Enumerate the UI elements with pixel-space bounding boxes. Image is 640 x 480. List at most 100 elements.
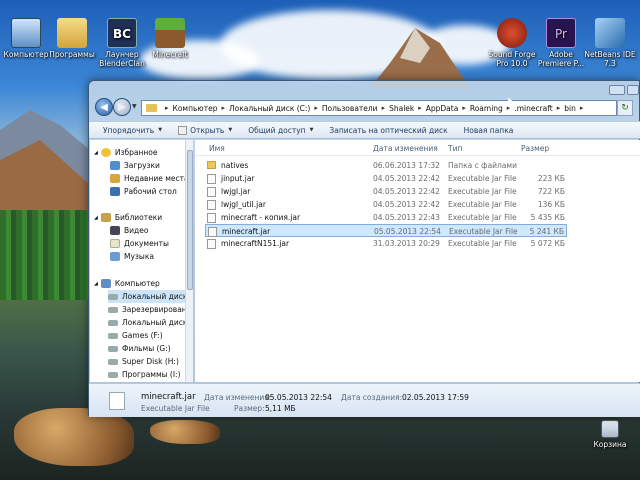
history-dropdown-icon[interactable]: ▼ <box>132 103 137 110</box>
file-type: Executable Jar File <box>448 174 517 183</box>
sidebar-item-downloads[interactable]: Загрузки <box>110 159 185 172</box>
navigation-pane: ◢ Избранное Загрузки Недавние места Рабо… <box>90 140 185 382</box>
chevron-right-icon[interactable]: ▸ <box>580 104 584 112</box>
breadcrumb-item[interactable]: Пользователи <box>322 104 378 113</box>
sidebar-item-label: Документы <box>124 239 169 248</box>
desktop-icon-netbeans[interactable]: NetBeans IDE 7.3 <box>582 18 638 68</box>
file-row-natives[interactable]: natives 06.06.2013 17:32 Папка с файлами <box>205 159 567 172</box>
column-header-size[interactable]: Размер <box>521 144 549 153</box>
column-header-name[interactable]: Имя <box>209 144 225 153</box>
sidebar-item-label: Загрузки <box>124 161 160 170</box>
sidebar-item-drive[interactable]: Программы (I:) <box>108 368 185 381</box>
organize-label: Упорядочить <box>103 125 155 135</box>
address-bar[interactable]: ▸ Компьютер ▸ Локальный диск (C:) ▸ Поль… <box>141 100 617 116</box>
chevron-right-icon[interactable]: ▸ <box>462 104 466 112</box>
minimize-icon[interactable] <box>609 85 625 95</box>
file-row[interactable]: lwjgl.jar 04.05.2013 22:42 Executable Ja… <box>205 185 567 198</box>
minecraft-icon <box>155 18 185 48</box>
refresh-button[interactable]: ↻ <box>617 100 633 116</box>
breadcrumb-item[interactable]: .minecraft <box>514 104 552 113</box>
details-filename: minecraft.jar <box>141 392 196 402</box>
burn-label: Записать на оптический диск <box>329 125 448 135</box>
jar-file-icon <box>207 239 216 249</box>
expand-icon[interactable]: ◢ <box>94 281 98 287</box>
breadcrumb-item[interactable]: bin <box>564 104 576 113</box>
file-modified: 04.05.2013 22:43 <box>373 213 440 222</box>
chevron-right-icon[interactable]: ▸ <box>314 104 318 112</box>
sidebar-item-video[interactable]: Видео <box>110 224 185 237</box>
forward-button[interactable]: ▶ <box>113 98 131 116</box>
sidebar-item-favorites[interactable]: ◢ Избранное <box>94 146 185 159</box>
file-type: Executable Jar File <box>449 227 518 236</box>
desktop-icon-programs[interactable]: Программы <box>44 18 100 59</box>
sidebar-item-drive[interactable]: Super Disk (H:) <box>108 355 185 368</box>
sidebar-item-drive[interactable]: Фильмы (G:) <box>108 342 185 355</box>
column-header-type[interactable]: Тип <box>448 144 462 153</box>
breadcrumb-item[interactable]: Shalek <box>389 104 414 113</box>
scrollbar-thumb[interactable] <box>187 150 193 290</box>
column-header-modified[interactable]: Дата изменения <box>373 144 438 153</box>
file-row-selected[interactable]: minecraft.jar 05.05.2013 22:54 Executabl… <box>205 224 567 237</box>
sidebar-item-label: Зарезервирован <box>122 305 185 314</box>
sidebar-item-drive[interactable]: Games (F:) <box>108 329 185 342</box>
chevron-right-icon[interactable]: ▸ <box>418 104 422 112</box>
expand-icon[interactable]: ◢ <box>94 215 98 221</box>
sidebar-item-label: Компьютер <box>114 279 160 288</box>
breadcrumb-item[interactable]: Компьютер <box>173 104 218 113</box>
burn-button[interactable]: Записать на оптический диск <box>329 126 447 135</box>
sidebar-item-label: Музыка <box>124 252 154 261</box>
file-modified: 05.05.2013 22:54 <box>374 227 441 236</box>
sidebar-item-libraries[interactable]: ◢ Библиотеки <box>94 211 185 224</box>
sidebar-scrollbar[interactable] <box>185 140 193 382</box>
file-name: lwjgl.jar <box>221 187 251 196</box>
desktop-icon-premiere[interactable]: Pr Adobe Premiere P... <box>533 18 589 68</box>
sidebar-item-label: Избранное <box>114 148 158 157</box>
desktop-icon-label: Программы <box>49 50 95 59</box>
organize-button[interactable]: Упорядочить ▼ <box>103 126 162 135</box>
details-size-value: 5,11 МБ <box>265 404 296 413</box>
file-row[interactable]: jinput.jar 04.05.2013 22:42 Executable J… <box>205 172 567 185</box>
breadcrumb-item[interactable]: Локальный диск (C:) <box>229 104 310 113</box>
sidebar-item-music[interactable]: Музыка <box>110 250 185 263</box>
sidebar-item-drive[interactable]: Локальный диск <box>108 316 185 329</box>
details-modified-value: 05.05.2013 22:54 <box>265 393 332 402</box>
sidebar-item-documents[interactable]: Документы <box>110 237 185 250</box>
file-row[interactable]: lwjgl_util.jar 04.05.2013 22:42 Executab… <box>205 198 567 211</box>
chevron-right-icon[interactable]: ▸ <box>221 104 225 112</box>
chevron-right-icon[interactable]: ▸ <box>382 104 386 112</box>
sidebar-item-drive[interactable]: Зарезервирован <box>108 303 185 316</box>
chevron-right-icon[interactable]: ▸ <box>557 104 561 112</box>
desktop-icon-soundforge[interactable]: Sound Forge Pro 10.0 <box>484 18 540 68</box>
desktop-icon-minecraft[interactable]: Minecraft <box>142 18 198 59</box>
expand-icon[interactable]: ◢ <box>94 150 98 156</box>
file-row[interactable]: minecraftN151.jar 31.03.2013 20:29 Execu… <box>205 237 567 250</box>
chevron-down-icon: ▼ <box>309 127 314 133</box>
open-button[interactable]: Открыть ▼ <box>178 125 232 135</box>
file-name: minecraft - копия.jar <box>221 213 301 222</box>
back-button[interactable]: ◀ <box>95 98 113 116</box>
sidebar-item-label: Локальный диск <box>122 318 185 327</box>
desktop-icon-recycle-bin[interactable]: Корзина <box>582 420 638 449</box>
sidebar-item-drive[interactable]: Локальный диск <box>108 290 185 303</box>
explorer-window[interactable]: ◀ ▶ ▼ ▸ Компьютер ▸ Локальный диск (C:) … <box>88 80 640 417</box>
file-row[interactable]: minecraft - копия.jar 04.05.2013 22:43 E… <box>205 211 567 224</box>
drive-icon <box>108 345 118 352</box>
star-icon <box>100 148 111 157</box>
share-button[interactable]: Общий доступ ▼ <box>248 126 313 135</box>
maximize-icon[interactable] <box>627 85 639 95</box>
desktop-icon <box>110 187 120 196</box>
breadcrumb-item[interactable]: Roaming <box>470 104 503 113</box>
sidebar-item-label: Super Disk (H:) <box>122 357 179 366</box>
folder-icon <box>207 161 216 169</box>
file-modified: 04.05.2013 22:42 <box>373 174 440 183</box>
new-folder-button[interactable]: Новая папка <box>464 126 514 135</box>
sidebar-item-desktop[interactable]: Рабочий стол <box>110 185 185 198</box>
netbeans-icon <box>595 18 625 48</box>
desktop-icon-label: Корзина <box>593 440 627 449</box>
computer-icon <box>11 18 41 48</box>
sidebar-item-computer[interactable]: ◢ Компьютер <box>94 277 185 290</box>
forest <box>0 210 92 310</box>
column-headers: Имя Дата изменения Тип Размер <box>195 140 640 156</box>
sidebar-item-recent[interactable]: Недавние места <box>110 172 185 185</box>
breadcrumb-item[interactable]: AppData <box>426 104 459 113</box>
